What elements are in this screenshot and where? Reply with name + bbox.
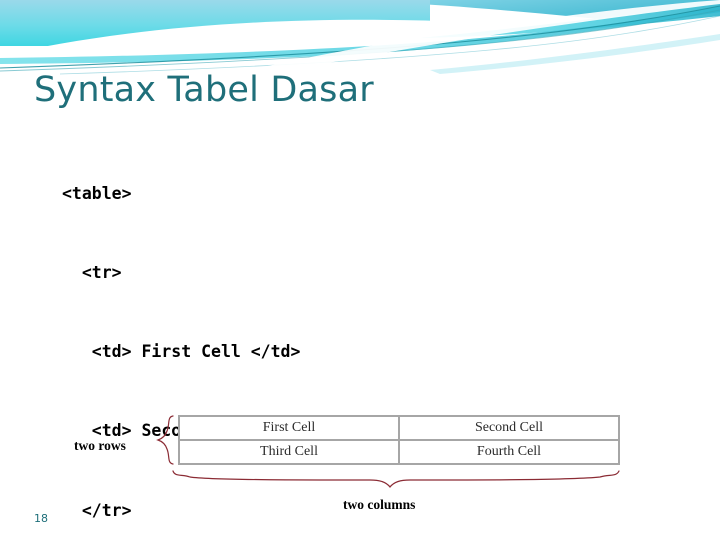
code-line: <table> [62, 183, 132, 203]
code-line: <td> First Cell </td> [62, 342, 301, 362]
table-cell: Second Cell [399, 416, 619, 440]
rendered-html-table: First Cell Second Cell Third Cell Fourth… [178, 415, 620, 465]
page-number: 18 [34, 512, 48, 525]
table-cell: First Cell [179, 416, 399, 440]
slide-canvas: Syntax Tabel Dasar <table> <tr> <td> Fir… [0, 0, 720, 540]
page-title: Syntax Tabel Dasar [34, 70, 374, 110]
table-row: Third Cell Fourth Cell [179, 440, 619, 464]
two-columns-label: two columns [343, 497, 416, 512]
decorative-banner [0, 0, 720, 78]
two-rows-label: two rows [74, 438, 126, 453]
table-diagram: First Cell Second Cell Third Cell Fourth… [0, 398, 720, 540]
code-line: <tr> [62, 263, 122, 283]
banner-graphic [0, 0, 720, 78]
table-cell: Third Cell [179, 440, 399, 464]
table-cell: Fourth Cell [399, 440, 619, 464]
table-row: First Cell Second Cell [179, 416, 619, 440]
